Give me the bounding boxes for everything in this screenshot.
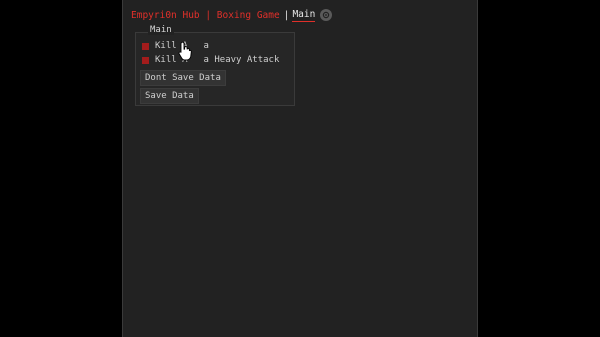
toggle-indicator[interactable] <box>142 56 149 64</box>
main-section: Main Kill A a Kill A a Heavy Attack Dont S… <box>135 25 295 106</box>
toggle-label-start: Kill A <box>155 41 188 51</box>
section-title: Main <box>148 25 174 35</box>
toggle-label-start: Kill A <box>155 55 188 65</box>
kill-aura-toggle[interactable]: Kill A a <box>142 41 209 51</box>
toggle-label-end: a <box>203 41 209 51</box>
tab-main[interactable]: Main <box>292 9 316 22</box>
save-data-button[interactable]: Save Data <box>140 88 199 104</box>
hub-title: Empyri0n Hub | Boxing Game <box>131 9 280 21</box>
toggle-indicator[interactable] <box>142 42 149 50</box>
toggle-label-end: a Heavy Attack <box>203 55 280 65</box>
toggle-label: Kill A a Heavy Attack <box>155 55 279 65</box>
dont-save-data-button[interactable]: Dont Save Data <box>140 70 226 86</box>
toggle-label: Kill A a <box>155 41 209 51</box>
tab-separator: | <box>283 9 290 21</box>
gear-icon[interactable] <box>320 9 333 21</box>
title-bar: Empyri0n Hub | Boxing Game | Main <box>131 6 333 24</box>
kill-aura-heavy-attack-toggle[interactable]: Kill A a Heavy Attack <box>142 55 279 65</box>
hub-window: Empyri0n Hub | Boxing Game | Main Main K… <box>122 0 478 337</box>
